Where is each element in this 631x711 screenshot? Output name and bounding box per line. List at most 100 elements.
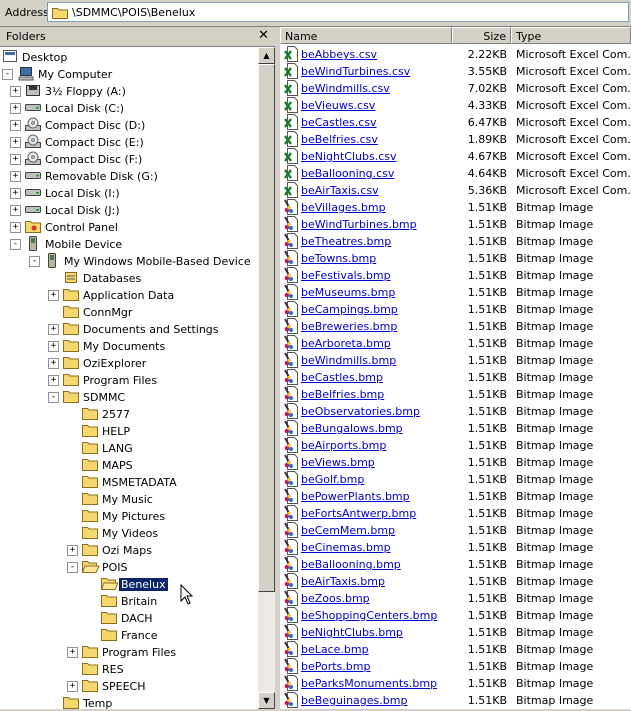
- tree-item-label[interactable]: Application Data: [81, 289, 176, 302]
- tree-item-label[interactable]: Compact Disc (F:): [43, 153, 144, 166]
- tree-item[interactable]: Britain: [0, 593, 258, 610]
- tree-item[interactable]: My Music: [0, 491, 258, 508]
- tree-item[interactable]: + Program Files: [0, 372, 258, 389]
- file-name[interactable]: beVillages.bmp: [301, 201, 386, 214]
- expand-icon[interactable]: +: [67, 545, 78, 556]
- file-name[interactable]: beParksMonuments.bmp: [301, 677, 437, 690]
- tree-item[interactable]: Desktop: [0, 49, 258, 66]
- tree-item[interactable]: 2577: [0, 406, 258, 423]
- tree-item-label[interactable]: My Documents: [81, 340, 167, 353]
- tree-item-label[interactable]: 2577: [100, 408, 132, 421]
- expand-icon[interactable]: +: [48, 375, 59, 386]
- file-row[interactable]: beParksMonuments.bmp 1.51KB Bitmap Image: [280, 675, 631, 692]
- tree-item[interactable]: + My Documents: [0, 338, 258, 355]
- file-row[interactable]: beCampings.bmp 1.51KB Bitmap Image: [280, 301, 631, 318]
- tree-item-label[interactable]: Local Disk (I:): [43, 187, 122, 200]
- tree-item[interactable]: + Compact Disc (D:): [0, 117, 258, 134]
- file-name[interactable]: beFestivals.bmp: [301, 269, 391, 282]
- file-name[interactable]: bePowerPlants.bmp: [301, 490, 410, 503]
- file-row[interactable]: beBallooning.bmp 1.51KB Bitmap Image: [280, 556, 631, 573]
- tree-item[interactable]: Databases: [0, 270, 258, 287]
- file-row[interactable]: beTheatres.bmp 1.51KB Bitmap Image: [280, 233, 631, 250]
- expand-icon[interactable]: +: [10, 205, 21, 216]
- tree-item[interactable]: MAPS: [0, 457, 258, 474]
- file-name[interactable]: beVieuws.csv: [301, 99, 375, 112]
- tree-item-label[interactable]: Removable Disk (G:): [43, 170, 160, 183]
- file-name[interactable]: beAirTaxis.bmp: [301, 575, 385, 588]
- tree-item-label[interactable]: Databases: [81, 272, 143, 285]
- file-name[interactable]: beLace.bmp: [301, 643, 369, 656]
- file-name[interactable]: beObservatories.bmp: [301, 405, 420, 418]
- file-name[interactable]: beBungalows.bmp: [301, 422, 403, 435]
- file-name[interactable]: beCemMem.bmp: [301, 524, 395, 537]
- tree-item-label[interactable]: OziExplorer: [81, 357, 148, 370]
- tree-item[interactable]: Benelux: [0, 576, 258, 593]
- file-row[interactable]: beShoppingCenters.bmp 1.51KB Bitmap Image: [280, 607, 631, 624]
- tree-item[interactable]: Temp: [0, 695, 258, 709]
- file-name[interactable]: beFortsAntwerp.bmp: [301, 507, 416, 520]
- expand-icon[interactable]: +: [10, 171, 21, 182]
- file-row[interactable]: beAbbeys.csv 2.22KB Microsoft Excel Com...: [280, 46, 631, 63]
- tree-item-label[interactable]: LANG: [100, 442, 135, 455]
- tree-item-label[interactable]: Compact Disc (D:): [43, 119, 147, 132]
- file-name[interactable]: beBeguinages.bmp: [301, 694, 407, 707]
- tree-item-label[interactable]: Control Panel: [43, 221, 120, 234]
- file-row[interactable]: beVillages.bmp 1.51KB Bitmap Image: [280, 199, 631, 216]
- tree-item-label[interactable]: SPEECH: [100, 680, 147, 693]
- tree-item[interactable]: + Program Files: [0, 644, 258, 661]
- file-row[interactable]: beAirTaxis.csv 5.36KB Microsoft Excel Com.…: [280, 182, 631, 199]
- file-row[interactable]: beCemMem.bmp 1.51KB Bitmap Image: [280, 522, 631, 539]
- file-name[interactable]: beTheatres.bmp: [301, 235, 391, 248]
- file-row[interactable]: beCastles.bmp 1.51KB Bitmap Image: [280, 369, 631, 386]
- tree-item[interactable]: + Local Disk (J:): [0, 202, 258, 219]
- file-row[interactable]: beNightClubs.csv 4.67KB Microsoft Excel Co…: [280, 148, 631, 165]
- tree-item-label[interactable]: DACH: [119, 612, 155, 625]
- column-header-size[interactable]: Size: [452, 27, 511, 44]
- expand-icon[interactable]: +: [10, 137, 21, 148]
- file-row[interactable]: beViews.bmp 1.51KB Bitmap Image: [280, 454, 631, 471]
- tree-item-label[interactable]: My Computer: [36, 68, 114, 81]
- file-name[interactable]: beBallooning.bmp: [301, 558, 401, 571]
- expand-icon[interactable]: +: [67, 681, 78, 692]
- file-name[interactable]: beGolf.bmp: [301, 473, 364, 486]
- file-row[interactable]: beBelfries.bmp 1.51KB Bitmap Image: [280, 386, 631, 403]
- expand-icon[interactable]: +: [10, 103, 21, 114]
- file-name[interactable]: beCinemas.bmp: [301, 541, 391, 554]
- tree-item-label[interactable]: France: [119, 629, 160, 642]
- tree-item-label[interactable]: Program Files: [81, 374, 159, 387]
- file-name[interactable]: beWindmills.bmp: [301, 354, 396, 367]
- file-row[interactable]: beCastles.csv 6.47KB Microsoft Excel Com..…: [280, 114, 631, 131]
- file-name[interactable]: beCastles.bmp: [301, 371, 383, 384]
- file-row[interactable]: beFestivals.bmp 1.51KB Bitmap Image: [280, 267, 631, 284]
- file-name[interactable]: beTowns.bmp: [301, 252, 376, 265]
- tree-item[interactable]: - POIS: [0, 559, 258, 576]
- file-row[interactable]: bePowerPlants.bmp 1.51KB Bitmap Image: [280, 488, 631, 505]
- tree-item-label[interactable]: Ozi Maps: [100, 544, 154, 557]
- collapse-icon[interactable]: -: [10, 239, 21, 250]
- file-name[interactable]: beNightClubs.csv: [301, 150, 397, 163]
- file-row[interactable]: beArboreta.bmp 1.51KB Bitmap Image: [280, 335, 631, 352]
- file-row[interactable]: beBungalows.bmp 1.51KB Bitmap Image: [280, 420, 631, 437]
- file-name[interactable]: beAirports.bmp: [301, 439, 386, 452]
- file-name[interactable]: beCampings.bmp: [301, 303, 398, 316]
- file-name[interactable]: beBallooning.csv: [301, 167, 394, 180]
- tree-item[interactable]: + Documents and Settings: [0, 321, 258, 338]
- folder-tree-scrollbar[interactable]: ▲ ▼: [258, 47, 275, 709]
- tree-item[interactable]: - Mobile Device: [0, 236, 258, 253]
- tree-item-label[interactable]: Local Disk (C:): [43, 102, 126, 115]
- tree-item-label[interactable]: Benelux: [118, 577, 169, 592]
- file-name[interactable]: beWindTurbines.csv: [301, 65, 410, 78]
- file-row[interactable]: beMuseums.bmp 1.51KB Bitmap Image: [280, 284, 631, 301]
- tree-item[interactable]: + Compact Disc (F:): [0, 151, 258, 168]
- scroll-thumb[interactable]: [258, 64, 275, 592]
- file-row[interactable]: beVieuws.csv 4.33KB Microsoft Excel Com...: [280, 97, 631, 114]
- collapse-icon[interactable]: -: [67, 562, 78, 573]
- tree-item[interactable]: My Videos: [0, 525, 258, 542]
- expand-icon[interactable]: +: [10, 188, 21, 199]
- tree-item[interactable]: + Removable Disk (G:): [0, 168, 258, 185]
- tree-item-label[interactable]: Documents and Settings: [81, 323, 221, 336]
- tree-item-label[interactable]: RES: [100, 663, 126, 676]
- tree-item[interactable]: France: [0, 627, 258, 644]
- file-name[interactable]: beZoos.bmp: [301, 592, 370, 605]
- file-name[interactable]: beViews.bmp: [301, 456, 375, 469]
